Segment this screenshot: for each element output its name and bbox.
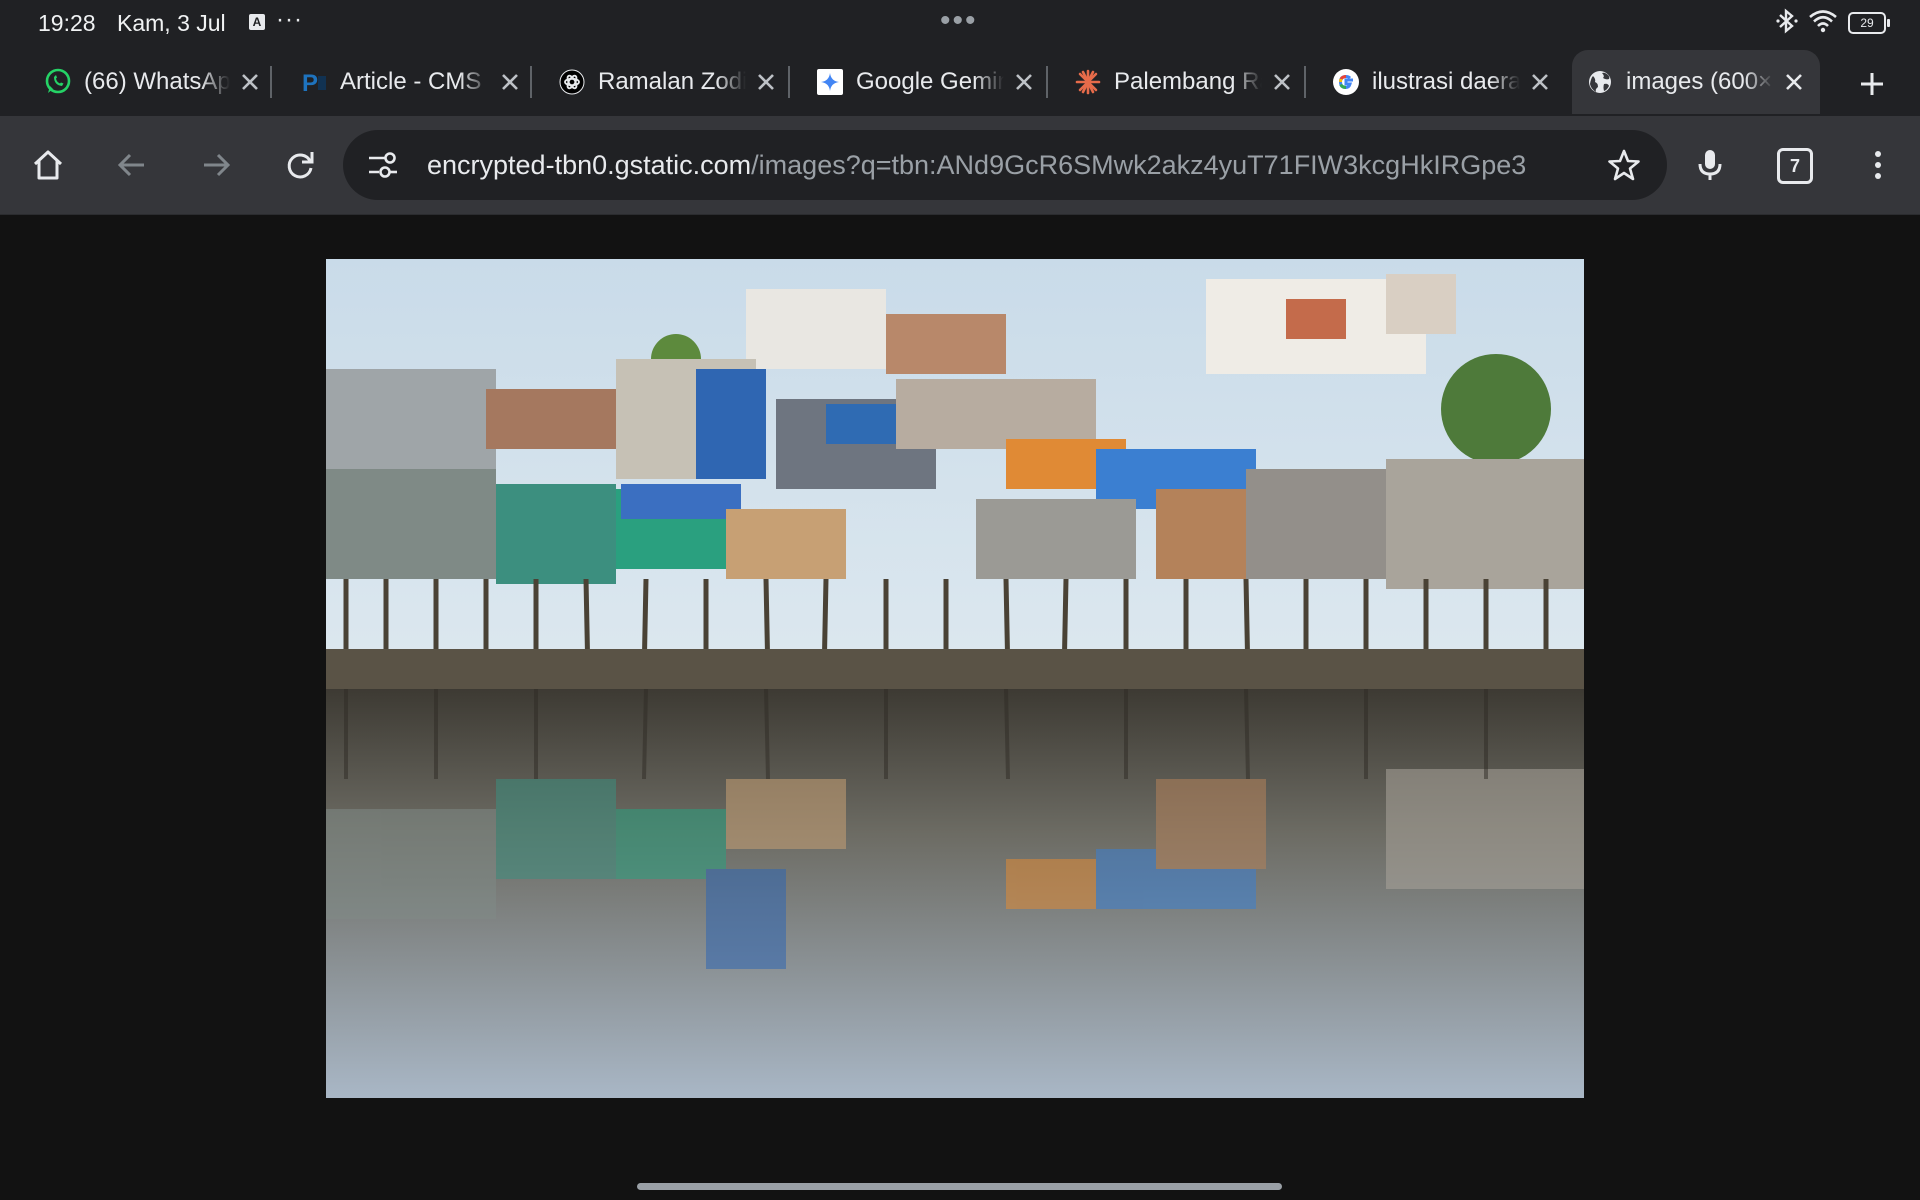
- wifi-icon: [1808, 9, 1838, 38]
- url-path: /images?q=tbn:ANd9GcR6SMwk2akz4yuT71FIW3…: [751, 150, 1527, 180]
- tab-divider: [788, 66, 790, 98]
- close-tab-icon[interactable]: [492, 64, 528, 100]
- tab-title: ilustrasi daerah: [1372, 68, 1520, 95]
- close-tab-icon[interactable]: [1006, 64, 1042, 100]
- status-icons: 29: [1776, 7, 1890, 39]
- bookmark-star-icon[interactable]: [1607, 148, 1641, 187]
- status-bar: 19:28 Kam, 3 Jul A ··· ••• 29: [0, 0, 1920, 46]
- plus-icon: [1861, 73, 1883, 95]
- tab-divider: [1304, 66, 1306, 98]
- tab-title: Palembang Raya: [1114, 68, 1262, 95]
- notification-badge-icon: A: [249, 14, 265, 30]
- url-host: encrypted-tbn0.gstatic.com: [427, 150, 752, 180]
- multitask-handle[interactable]: •••: [940, 4, 978, 38]
- tab-title: Google Gemini: [856, 68, 1004, 95]
- close-tab-icon[interactable]: [1522, 64, 1558, 100]
- tab-strip: (66) WhatsApp P Article - CMS Ramalan Zo…: [0, 46, 1920, 116]
- close-tab-icon[interactable]: [1264, 64, 1300, 100]
- tab-divider: [530, 66, 532, 98]
- page-content: [0, 215, 1920, 1200]
- gesture-home-bar[interactable]: [637, 1183, 1282, 1190]
- status-overflow: ···: [276, 6, 303, 33]
- home-button[interactable]: [24, 141, 72, 189]
- tab-divider: [270, 66, 272, 98]
- whatsapp-icon: [44, 68, 72, 96]
- stilt-houses-photo: [326, 259, 1584, 1098]
- gemini-icon: [816, 68, 844, 96]
- tab-title: images (600×: [1626, 68, 1773, 95]
- close-tab-icon[interactable]: [748, 64, 784, 100]
- browser-toolbar: encrypted-tbn0.gstatic.com/images?q=tbn:…: [0, 116, 1920, 215]
- arrow-right-icon: [204, 153, 231, 177]
- home-icon: [33, 150, 63, 180]
- tab-images-active[interactable]: images (600×: [1572, 50, 1820, 114]
- back-button[interactable]: [108, 141, 156, 189]
- reload-icon: [287, 152, 314, 179]
- status-date: Kam, 3 Jul: [117, 10, 226, 36]
- tab-title: Ramalan Zodiak: [598, 68, 746, 95]
- google-icon: [1332, 68, 1360, 96]
- tab-ramalan-zodiak[interactable]: Ramalan Zodiak: [544, 50, 790, 114]
- arrow-left-icon: [117, 153, 144, 177]
- tab-google-gemini[interactable]: Google Gemini: [802, 50, 1048, 114]
- tab-divider: [1046, 66, 1048, 98]
- more-vert-icon: [1875, 151, 1881, 179]
- voice-search-button[interactable]: [1686, 141, 1734, 189]
- claude-icon: [1074, 68, 1102, 96]
- bluetooth-icon: [1776, 7, 1798, 39]
- new-tab-button[interactable]: [1848, 60, 1896, 108]
- microphone-icon: [1698, 150, 1722, 180]
- menu-button[interactable]: [1854, 141, 1902, 189]
- tab-ilustrasi-daerah[interactable]: ilustrasi daerah: [1318, 50, 1562, 114]
- globe-icon: [1586, 68, 1614, 96]
- tab-whatsapp[interactable]: (66) WhatsApp: [30, 50, 272, 114]
- tab-palembang[interactable]: Palembang Raya: [1060, 50, 1306, 114]
- reload-button[interactable]: [276, 141, 324, 189]
- site-settings-icon[interactable]: [367, 150, 399, 185]
- close-tab-icon[interactable]: [232, 64, 268, 100]
- address-bar[interactable]: encrypted-tbn0.gstatic.com/images?q=tbn:…: [343, 130, 1667, 200]
- battery-icon: 29: [1848, 12, 1890, 34]
- status-time: 19:28: [38, 10, 96, 36]
- openai-icon: [558, 68, 586, 96]
- svg-text:P: P: [302, 70, 318, 96]
- url-text[interactable]: encrypted-tbn0.gstatic.com/images?q=tbn:…: [427, 150, 1563, 181]
- tab-title: Article - CMS: [340, 68, 482, 95]
- close-tab-icon[interactable]: [1776, 64, 1812, 100]
- tab-title: (66) WhatsApp: [84, 68, 230, 95]
- tab-switcher-button[interactable]: 7: [1777, 148, 1813, 184]
- forward-button[interactable]: [192, 141, 240, 189]
- tab-article-cms[interactable]: P Article - CMS: [286, 50, 532, 114]
- displayed-image[interactable]: [326, 259, 1584, 1098]
- cms-p-icon: P: [300, 68, 328, 96]
